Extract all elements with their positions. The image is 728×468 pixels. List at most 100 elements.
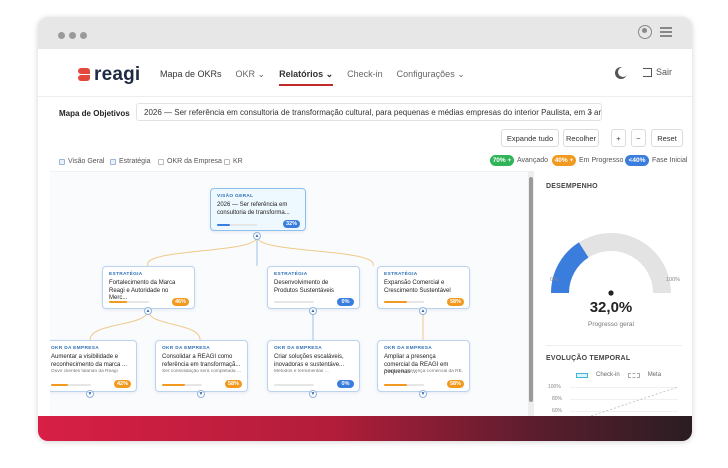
legend-label-progress: Em Progresso — [579, 157, 624, 164]
filter-legend-bar: Visão Geral Estratégia OKR da Empresa KR… — [38, 155, 692, 169]
expand-all-button[interactable]: Expande tudo — [501, 129, 559, 147]
card-progress-bar — [217, 224, 257, 226]
card-tag: ESTRATÉGIA — [384, 272, 418, 277]
card-badge: 46% — [172, 298, 189, 306]
filter-okr-da-empresa[interactable]: OKR da Empresa — [158, 158, 222, 165]
expand-node-icon[interactable]: ▲ — [419, 307, 427, 315]
checkin-legend-icon — [576, 372, 588, 378]
nav-configuracoes[interactable]: Configurações ⌄ — [397, 69, 465, 80]
timeline-meta-line — [575, 386, 679, 421]
filter-visao-geral[interactable]: Visão Geral — [59, 158, 104, 165]
gauge-needle-dot — [608, 290, 614, 296]
connector-s1-o1 — [89, 309, 149, 341]
nav-relatorios[interactable]: Relatórios ⌄ — [279, 69, 334, 86]
card-title: Consolidar a REAGI como referência em tr… — [162, 354, 241, 368]
okr-map-canvas[interactable]: VISÃO GERAL 2026 — Ser referência em con… — [50, 171, 528, 416]
card-progress-bar — [384, 301, 424, 303]
dark-mode-moon-icon[interactable] — [618, 67, 628, 77]
expand-node-icon[interactable]: ▲ — [253, 232, 261, 240]
card-estrategia-produtos[interactable]: ESTRATÉGIA Desenvolvimento de Produtos S… — [267, 266, 360, 309]
top-navbar: reagi Mapa de OKRs OKR ⌄ Relatórios ⌄ Ch… — [38, 49, 692, 97]
timeline-title: EVOLUÇÃO TEMPORAL — [546, 355, 631, 362]
objective-label: Mapa de Objetivos — [59, 109, 130, 118]
card-title: Criar soluções escaláveis, inovadoras e … — [274, 354, 345, 368]
card-visao-geral[interactable]: VISÃO GERAL 2026 — Ser referência em con… — [210, 188, 306, 231]
expand-node-icon[interactable]: ▼ — [86, 390, 94, 398]
card-estrategia-marca[interactable]: ESTRATÉGIA Fortalecimento da Marca Reagi… — [102, 266, 195, 309]
collapse-button[interactable]: Recolher — [563, 129, 599, 147]
expand-node-icon[interactable]: ▼ — [197, 390, 205, 398]
filter-kr[interactable]: KR — [224, 158, 243, 165]
objective-select[interactable]: 2026 — Ser referência em consultoria de … — [136, 103, 602, 121]
filter-label: KR — [233, 158, 243, 165]
reagi-logo-mark-icon — [77, 67, 91, 83]
card-tag: OKR DA EMPRESA — [384, 346, 432, 351]
reagi-logo[interactable]: reagi — [77, 64, 140, 86]
card-badge: 0% — [337, 380, 354, 388]
card-progress-bar — [384, 384, 424, 386]
card-tag: VISÃO GERAL — [217, 194, 254, 199]
logout-label: Sair — [655, 67, 672, 77]
objective-bar: Mapa de Objetivos 2026 — Ser referência … — [38, 97, 692, 127]
connector-root-s3 — [256, 236, 374, 267]
reset-button[interactable]: Reset — [651, 129, 683, 147]
card-progress-fill — [51, 384, 68, 386]
zoom-in-button[interactable]: + — [611, 129, 626, 147]
app-viewport: reagi Mapa de OKRs OKR ⌄ Relatórios ⌄ Ch… — [38, 49, 692, 421]
timeline-chart: 100% 80% 60% — [546, 381, 686, 421]
card-tag: OKR DA EMPRESA — [274, 346, 322, 351]
gauge-max-label: 100% — [666, 277, 681, 283]
hamburger-menu-icon[interactable] — [660, 27, 672, 37]
legend-badge-advanced: 70% + — [490, 155, 514, 166]
card-okr-consolidar[interactable]: OKR DA EMPRESA Consolidar a REAGI como r… — [155, 340, 248, 392]
card-okr-presenca-comercial[interactable]: OKR DA EMPRESA Ampliar a presença comerc… — [377, 340, 470, 392]
nav-check-in[interactable]: Check-in — [347, 69, 383, 80]
card-subtitle: Ser consolidação será completada ... — [162, 369, 241, 374]
chevron-down-icon: ⌄ — [587, 107, 594, 116]
filter-estrategia[interactable]: Estratégia — [110, 158, 151, 165]
expand-node-icon[interactable]: ▼ — [309, 390, 317, 398]
nav-mapa-de-okrs[interactable]: Mapa de OKRs — [160, 69, 222, 80]
card-badge: 0% — [337, 298, 354, 306]
logout-button[interactable]: Sair — [642, 67, 672, 77]
expand-node-icon[interactable]: ▼ — [419, 390, 427, 398]
card-tag: OKR DA EMPRESA — [51, 346, 99, 351]
card-estrategia-expansao[interactable]: ESTRATÉGIA Expansão Comercial e Crescime… — [377, 266, 470, 309]
gauge-fill — [551, 242, 589, 294]
card-okr-solucoes[interactable]: OKR DA EMPRESA Criar soluções escaláveis… — [267, 340, 360, 392]
performance-panel: DESEMPENHO 0% 100% 32,0% Progresso geral… — [538, 171, 692, 421]
card-progress-bar — [162, 384, 202, 386]
card-progress-fill — [384, 301, 408, 303]
gauge-label: Progresso geral — [588, 321, 634, 328]
decorative-footer-band — [38, 416, 692, 441]
timeline-legend: Check-in Meta — [576, 372, 661, 378]
legend-badge-progress: 40% + — [552, 155, 576, 166]
card-title: Desenvolvimento de Produtos Sustentáveis — [274, 280, 335, 294]
expand-node-icon[interactable]: ▲ — [309, 307, 317, 315]
logout-icon — [642, 67, 652, 77]
logo-text: reagi — [94, 64, 141, 85]
profile-icon[interactable] — [638, 25, 652, 39]
card-title: Aumentar a visibilidade e reconhecimento… — [51, 354, 128, 368]
nav-okr[interactable]: OKR ⌄ — [236, 69, 266, 80]
card-progress-fill — [384, 384, 408, 386]
card-badge: 58% — [447, 298, 464, 306]
legend-badge-initial: <40% — [625, 155, 649, 166]
zoom-out-button[interactable]: − — [631, 129, 646, 147]
meta-legend-icon — [627, 372, 640, 378]
card-title: 2026 — Ser referência em consultoria de … — [217, 202, 290, 216]
objective-select-value: 2026 — Ser referência em consultoria de … — [144, 108, 602, 117]
timeline-legend-checkin: Check-in — [596, 372, 620, 378]
canvas-scrollbar[interactable] — [528, 171, 534, 416]
map-toolbar: Expande tudo Recolher + − Reset — [38, 129, 692, 149]
card-progress-bar — [109, 301, 149, 303]
card-progress-bar — [51, 384, 91, 386]
expand-node-icon[interactable]: ▲ — [144, 307, 152, 315]
scrollbar-thumb[interactable] — [529, 177, 533, 402]
card-subtitle: Ampliar a presença comercial da RE... — [384, 369, 463, 374]
card-progress-bar — [274, 301, 314, 303]
card-progress-fill — [162, 384, 186, 386]
checkbox-checked-icon — [59, 158, 65, 165]
card-okr-visibilidade[interactable]: OKR DA EMPRESA Aumentar a visibilidade e… — [50, 340, 137, 392]
card-subtitle: Métodos e ferramentas ... — [274, 369, 329, 374]
